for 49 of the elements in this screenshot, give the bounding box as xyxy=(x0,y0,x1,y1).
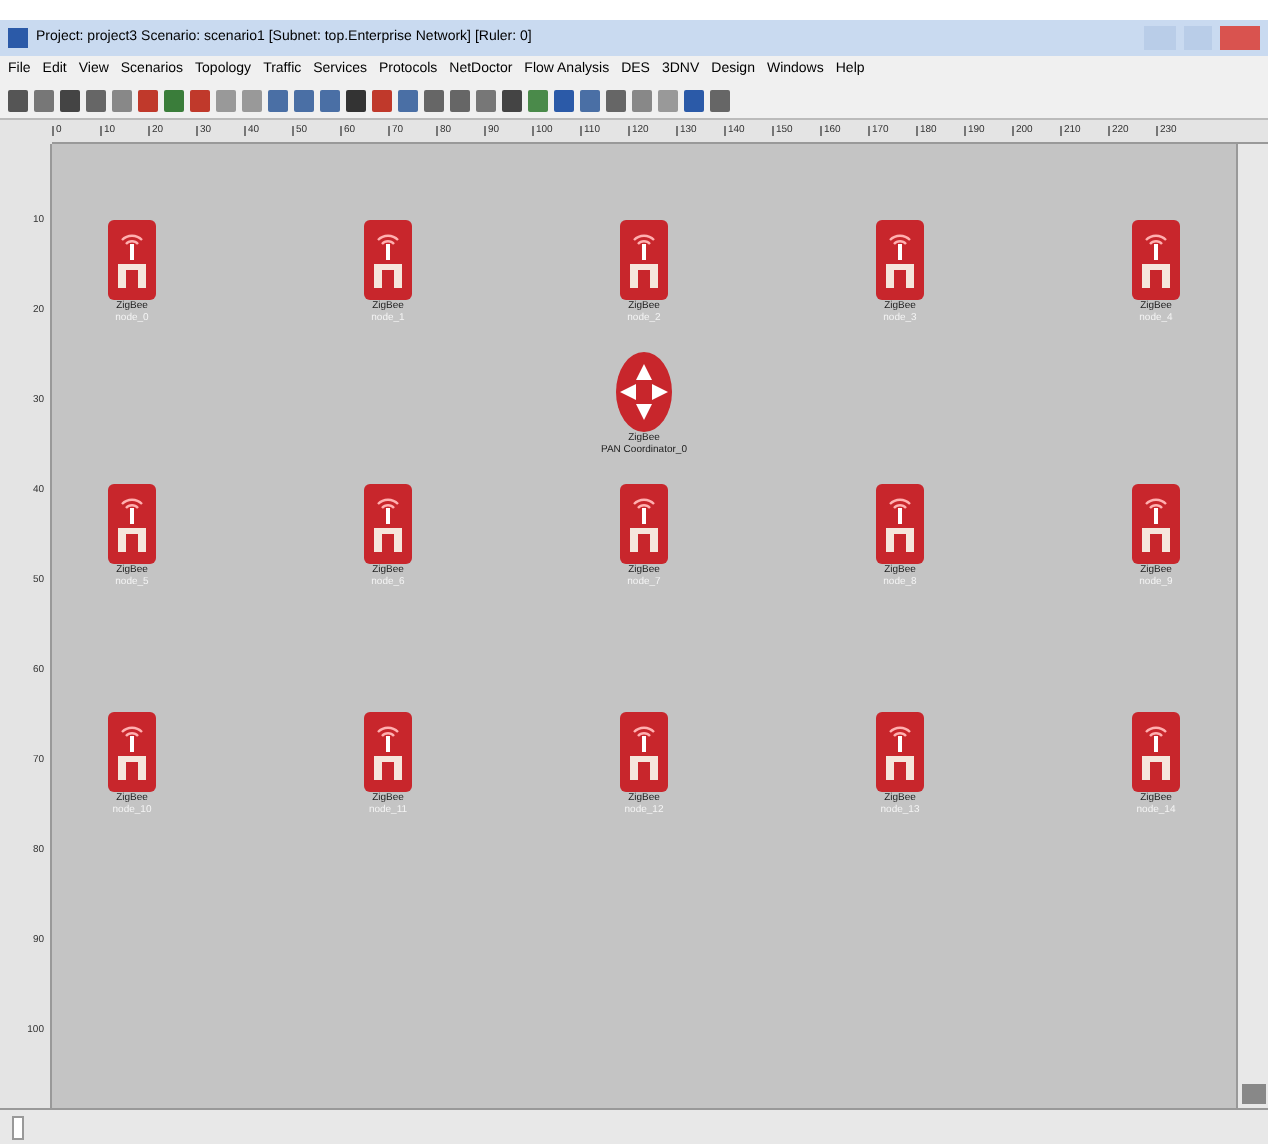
wireless-device-icon xyxy=(620,712,668,792)
toolbar-button[interactable] xyxy=(398,90,418,112)
toolbar-button[interactable] xyxy=(86,90,106,112)
wireless-device-icon xyxy=(876,712,924,792)
wireless-device-icon xyxy=(876,484,924,564)
toolbar-button[interactable] xyxy=(242,90,262,112)
vertical-scrollbar[interactable] xyxy=(1236,144,1268,1108)
toolbar-button[interactable] xyxy=(8,90,28,112)
toolbar-button[interactable] xyxy=(320,90,340,112)
toolbar-button[interactable] xyxy=(528,90,548,112)
toolbar-button[interactable] xyxy=(372,90,392,112)
network-canvas[interactable] xyxy=(52,144,1236,1108)
toolbar-button[interactable] xyxy=(684,90,704,112)
wireless-device-icon xyxy=(620,220,668,300)
toolbar-button[interactable] xyxy=(424,90,444,112)
wireless-device-icon xyxy=(1132,220,1180,300)
toolbar-button[interactable] xyxy=(632,90,652,112)
toolbar-button[interactable] xyxy=(216,90,236,112)
toolbar-button[interactable] xyxy=(476,90,496,112)
close-button[interactable] xyxy=(1220,26,1260,50)
wireless-device-icon xyxy=(876,220,924,300)
wireless-device-icon xyxy=(108,484,156,564)
wireless-device-icon xyxy=(1132,484,1180,564)
toolbar-button[interactable] xyxy=(502,90,522,112)
toolbar-button[interactable] xyxy=(138,90,158,112)
wireless-device-icon xyxy=(108,712,156,792)
toolbar-button[interactable] xyxy=(554,90,574,112)
toolbar-button[interactable] xyxy=(658,90,678,112)
toolbar-button[interactable] xyxy=(164,90,184,112)
toolbar-button[interactable] xyxy=(346,90,366,112)
toolbar-button[interactable] xyxy=(294,90,314,112)
app-icon xyxy=(8,28,28,48)
wireless-device-icon xyxy=(108,220,156,300)
wireless-device-icon xyxy=(364,484,412,564)
wireless-device-icon xyxy=(620,484,668,564)
wireless-device-icon xyxy=(364,712,412,792)
toolbar-button[interactable] xyxy=(580,90,600,112)
toolbar-button[interactable] xyxy=(710,90,730,112)
toolbar-button[interactable] xyxy=(268,90,288,112)
wireless-device-icon xyxy=(364,220,412,300)
wireless-device-icon xyxy=(1132,712,1180,792)
toolbar-button[interactable] xyxy=(60,90,80,112)
toolbar-button[interactable] xyxy=(190,90,210,112)
coordinator-device-icon xyxy=(616,352,672,432)
toolbar-button[interactable] xyxy=(606,90,626,112)
toolbar-button[interactable] xyxy=(112,90,132,112)
toolbar-button[interactable] xyxy=(34,90,54,112)
horizontal-scrollbar[interactable] xyxy=(0,1108,1268,1144)
toolbar-button[interactable] xyxy=(450,90,470,112)
